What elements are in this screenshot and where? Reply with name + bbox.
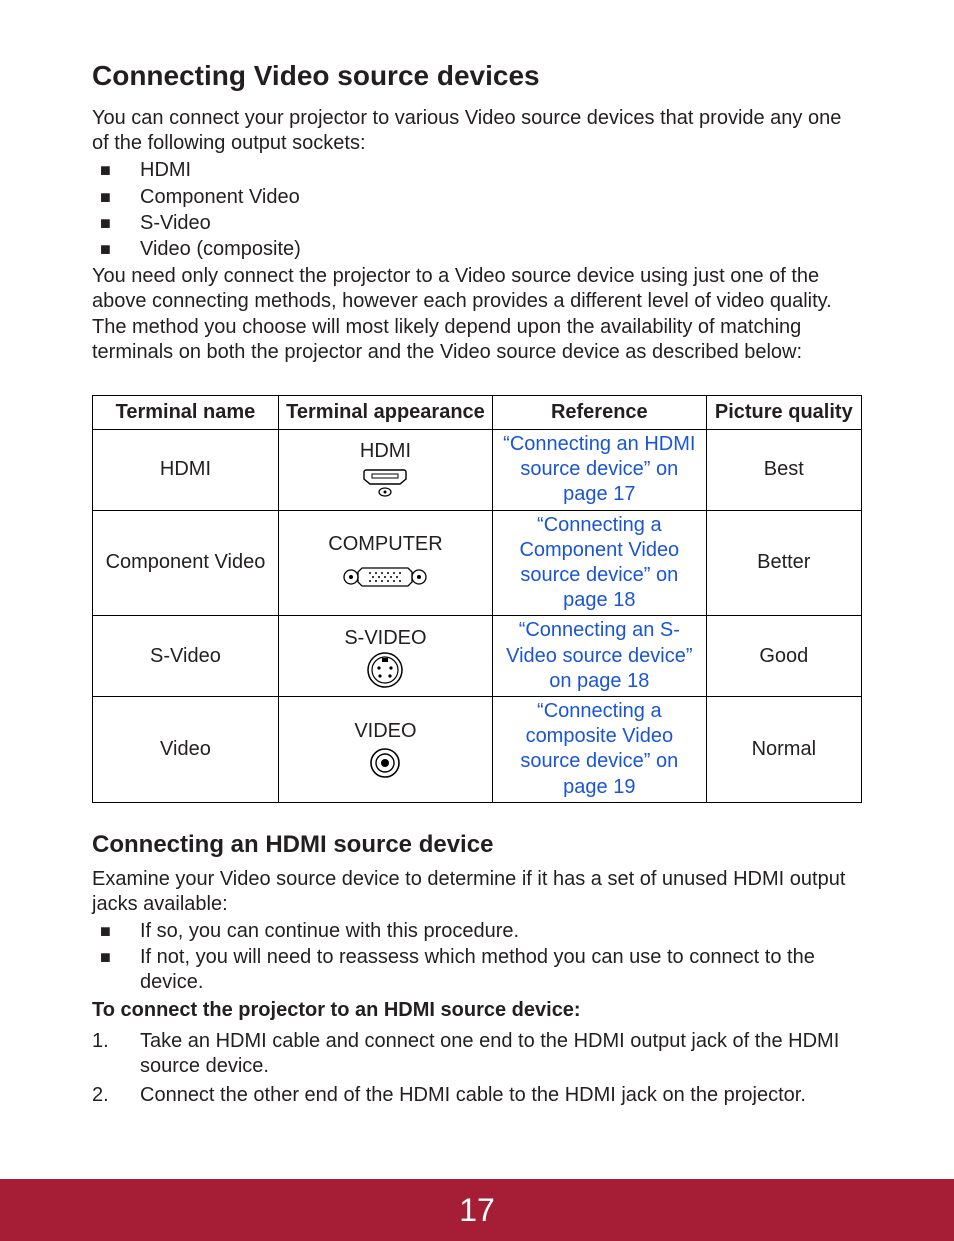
cell-terminal-name: Component Video: [93, 510, 279, 616]
content-area: Connecting Video source devices You can …: [92, 60, 862, 1112]
post-list-text: You need only connect the projector to a…: [92, 264, 862, 365]
page-footer: 17: [0, 1179, 954, 1241]
svideo-port-icon: [285, 653, 486, 687]
socket-list: HDMI Component Video S-Video Video (comp…: [92, 158, 862, 262]
cell-reference: “Connecting a composite Video source dev…: [493, 696, 707, 802]
cell-terminal-name: Video: [93, 696, 279, 802]
th-terminal-appearance: Terminal appearance: [278, 395, 492, 429]
page-title: Connecting Video source devices: [92, 60, 862, 92]
list-item: Video (composite): [92, 237, 862, 262]
step-text: Connect the other end of the HDMI cable …: [140, 1084, 806, 1106]
table-row: Component Video COMPUTER: [93, 510, 862, 616]
section-heading: Connecting an HDMI source device: [92, 831, 862, 859]
cell-terminal-name: HDMI: [93, 430, 279, 511]
table-row: HDMI HDMI “Connecti: [93, 430, 862, 511]
connection-table: Terminal name Terminal appearance Refere…: [92, 395, 862, 803]
cell-terminal-appearance: S-VIDEO: [278, 616, 492, 697]
hdmi-port-icon: [285, 466, 486, 500]
step-number: 2.: [92, 1083, 126, 1108]
step-item: 1. Take an HDMI cable and connect one en…: [92, 1029, 862, 1079]
reference-link[interactable]: “Connecting a Component Video source dev…: [519, 514, 679, 612]
th-reference: Reference: [493, 395, 707, 429]
step-item: 2. Connect the other end of the HDMI cab…: [92, 1083, 862, 1108]
appearance-label: S-VIDEO: [285, 626, 486, 651]
procedure-steps: 1. Take an HDMI cable and connect one en…: [92, 1029, 862, 1109]
list-item: If so, you can continue with this proced…: [92, 919, 862, 944]
section-intro: Examine your Video source device to dete…: [92, 867, 862, 917]
list-item: HDMI: [92, 158, 862, 183]
appearance-label: VIDEO: [285, 719, 486, 744]
list-item: If not, you will need to reassess which …: [92, 945, 862, 995]
cell-picture-quality: Normal: [706, 696, 861, 802]
cell-terminal-appearance: HDMI: [278, 430, 492, 511]
appearance-label: HDMI: [285, 439, 486, 464]
step-number: 1.: [92, 1029, 126, 1054]
cell-terminal-name: S-Video: [93, 616, 279, 697]
intro-text: You can connect your projector to variou…: [92, 106, 862, 156]
page-number: 17: [459, 1192, 495, 1229]
table-row: Video VIDEO “Connecting a composite: [93, 696, 862, 802]
rca-port-icon: [285, 746, 486, 780]
cell-picture-quality: Good: [706, 616, 861, 697]
cell-terminal-appearance: VIDEO: [278, 696, 492, 802]
reference-link[interactable]: “Connecting an S-Video source device” on…: [506, 619, 692, 691]
cell-picture-quality: Better: [706, 510, 861, 616]
cell-reference: “Connecting an HDMI source device” on pa…: [493, 430, 707, 511]
table-header-row: Terminal name Terminal appearance Refere…: [93, 395, 862, 429]
reference-link[interactable]: “Connecting a composite Video source dev…: [520, 700, 678, 798]
cell-reference: “Connecting an S-Video source device” on…: [493, 616, 707, 697]
appearance-label: COMPUTER: [285, 532, 486, 557]
procedure-heading: To connect the projector to an HDMI sour…: [92, 998, 862, 1023]
list-item: S-Video: [92, 211, 862, 236]
cell-reference: “Connecting a Component Video source dev…: [493, 510, 707, 616]
reference-link[interactable]: “Connecting an HDMI source device” on pa…: [503, 433, 695, 505]
step-text: Take an HDMI cable and connect one end t…: [140, 1030, 839, 1077]
hdmi-check-list: If so, you can continue with this proced…: [92, 919, 862, 996]
vga-port-icon: [285, 560, 486, 594]
th-terminal-name: Terminal name: [93, 395, 279, 429]
list-item: Component Video: [92, 185, 862, 210]
table-row: S-Video S-VIDEO: [93, 616, 862, 697]
page: Connecting Video source devices You can …: [0, 0, 954, 1241]
th-picture-quality: Picture quality: [706, 395, 861, 429]
cell-picture-quality: Best: [706, 430, 861, 511]
cell-terminal-appearance: COMPUTER: [278, 510, 492, 616]
